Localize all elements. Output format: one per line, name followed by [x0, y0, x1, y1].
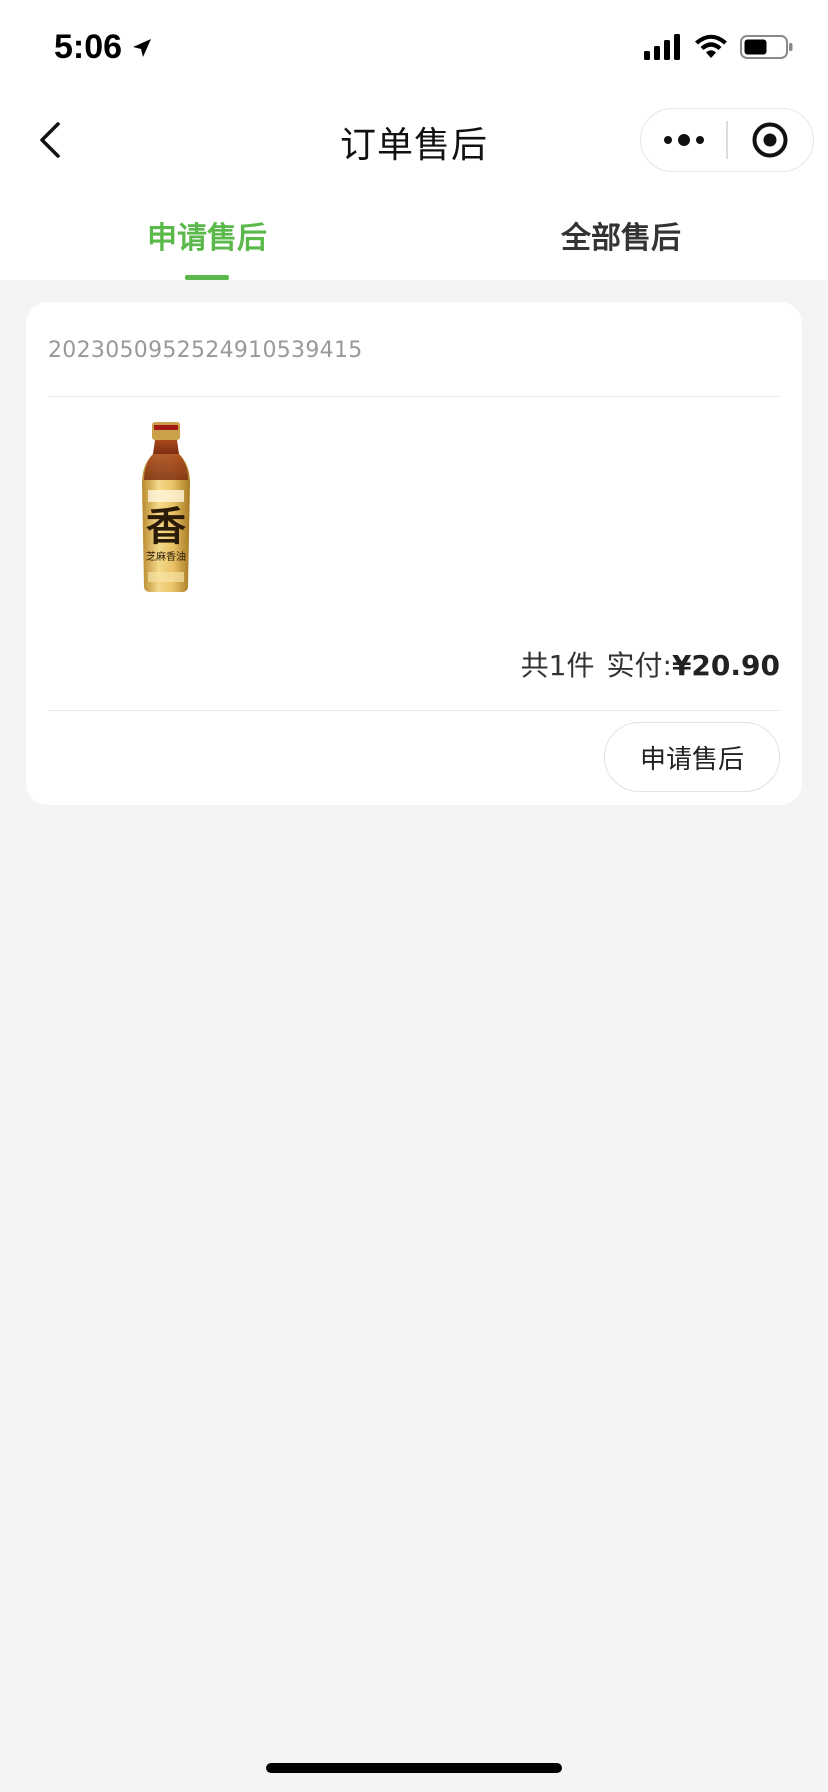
miniprogram-capsule [640, 108, 814, 172]
battery-icon [740, 35, 793, 59]
tab-label: 全部售后 [561, 221, 681, 256]
wifi-icon [695, 34, 727, 58]
sesame-oil-bottle-icon[interactable]: 香 芝麻香油 [110, 420, 222, 600]
svg-text:芝麻香油: 芝麻香油 [146, 550, 186, 563]
tab-bar: 申请售后 全部售后 [0, 190, 828, 280]
tab-label: 申请售后 [147, 221, 267, 256]
paid-amount: ¥20.90 [671, 649, 780, 682]
svg-text:香: 香 [146, 503, 186, 550]
close-miniprogram-button[interactable] [728, 109, 813, 171]
apply-aftersale-button[interactable]: 申请售后 [604, 722, 780, 792]
home-indicator [266, 1763, 562, 1773]
status-indicators [644, 34, 794, 60]
target-circle-icon [752, 122, 788, 158]
location-arrow-icon [133, 38, 152, 57]
order-card: 20230509525249105394‌15 [26, 302, 802, 805]
screen: 5:06 订单售后 申请售后 全部售后 20230509525249105394… [0, 0, 828, 1792]
nav-bar: 订单售后 [0, 92, 828, 190]
card-divider [48, 396, 780, 397]
status-time-text: 5:06 [54, 28, 123, 66]
cellular-signal-icon [644, 34, 680, 60]
status-time: 5:06 [54, 28, 154, 67]
order-total: 共1件 实付:¥20.90 [521, 644, 780, 684]
status-bar: 5:06 [0, 0, 828, 92]
more-dots-icon [663, 134, 704, 146]
paid-label: 实付: [606, 649, 672, 682]
card-divider [48, 710, 780, 711]
active-tab-indicator [185, 275, 229, 280]
tab-all-aftersale[interactable]: 全部售后 [414, 190, 828, 280]
item-count: 共1件 [520, 649, 595, 682]
more-button[interactable] [641, 109, 726, 171]
paid-amount-group: 实付:¥20.90 [607, 644, 781, 684]
order-number: 20230509525249105394‌15 [48, 338, 363, 363]
tab-apply-aftersale[interactable]: 申请售后 [0, 190, 414, 280]
